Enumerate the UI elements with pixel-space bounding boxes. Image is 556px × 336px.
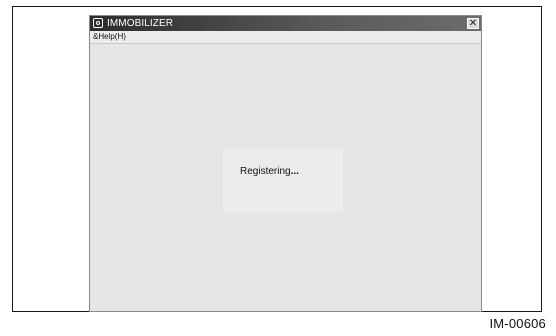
status-message: Registering... xyxy=(240,166,299,177)
close-button[interactable]: ✕ xyxy=(467,18,479,29)
app-icon[interactable] xyxy=(93,18,103,28)
window-title: IMMOBILIZER xyxy=(107,18,174,29)
menu-item-help[interactable]: &Help(H) xyxy=(93,31,126,43)
figure-caption: IM-00606 xyxy=(489,316,546,331)
menu-bar: &Help(H) xyxy=(90,31,481,44)
status-ellipsis: ... xyxy=(290,166,299,177)
title-bar[interactable]: IMMOBILIZER ✕ xyxy=(90,16,481,31)
close-icon: ✕ xyxy=(468,18,478,29)
status-label: Registering xyxy=(240,166,291,177)
status-panel: Registering... xyxy=(223,149,343,213)
immobilizer-window: IMMOBILIZER ✕ &Help(H) Registering... xyxy=(89,15,482,312)
client-area: Registering... xyxy=(92,45,479,309)
